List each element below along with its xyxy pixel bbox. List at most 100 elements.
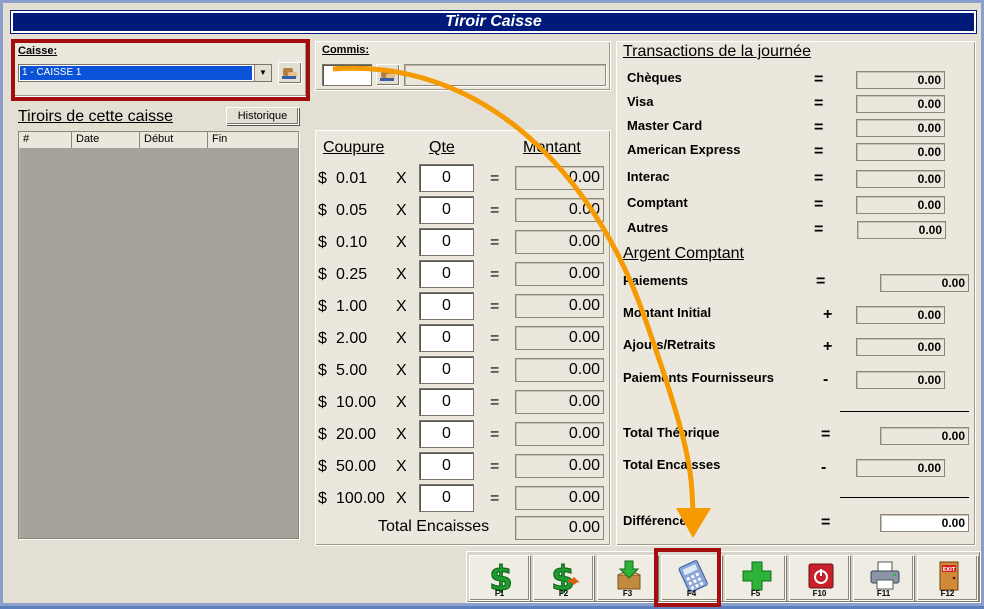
times-sign: X (396, 298, 407, 315)
quantity-input[interactable]: 0 (419, 452, 474, 480)
denomination-value: 100.00 (336, 490, 385, 507)
transaction-op: = (814, 119, 824, 136)
historique-button[interactable]: Historique (226, 107, 299, 125)
transaction-field: 0.00 (856, 196, 945, 214)
quantity-input[interactable]: 0 (419, 324, 474, 352)
dollar-sign: $ (318, 490, 327, 507)
commis-name-field (404, 64, 606, 86)
qte-header: Qte (429, 139, 455, 156)
window-title: Tiroir Caisse (10, 10, 977, 34)
total-theorique-op: = (821, 426, 831, 443)
f2-key-label: F2 (558, 589, 569, 598)
quantity-input[interactable]: 0 (419, 164, 474, 192)
commis-panel: Commis: (315, 41, 611, 91)
amount-field: 0.00 (515, 422, 604, 446)
f1-button[interactable]: $ F1 (469, 555, 530, 601)
f10-button[interactable]: F10 (789, 555, 850, 601)
ajouts-retraits-op: + (823, 338, 833, 355)
amount-field: 0.00 (515, 230, 604, 254)
times-sign: X (396, 362, 407, 379)
dollar-sign: $ (318, 394, 327, 411)
equals-sign: = (490, 266, 500, 283)
column-header-debut[interactable]: Début (140, 132, 208, 148)
montant-initial-label: Montant Initial (623, 305, 712, 320)
f3-key-label: F3 (622, 589, 633, 598)
f4-highlight-box (654, 548, 721, 607)
separator-line (840, 497, 969, 498)
transaction-field: 0.00 (856, 143, 945, 161)
amount-field: 0.00 (515, 454, 604, 478)
f5-button[interactable]: F5 (725, 555, 786, 601)
equals-sign: = (490, 330, 500, 347)
amount-field: 0.00 (515, 326, 604, 350)
search-hand-icon (380, 70, 395, 81)
total-encaisses-right-field: 0.00 (856, 459, 945, 477)
column-header-date[interactable]: Date (72, 132, 140, 148)
transaction-field: 0.00 (856, 95, 945, 113)
transaction-label: Comptant (627, 195, 688, 210)
times-sign: X (396, 330, 407, 347)
equals-sign: = (490, 394, 500, 411)
quantity-input[interactable]: 0 (419, 260, 474, 288)
f12-key-label: F12 (940, 589, 955, 598)
times-sign: X (396, 426, 407, 443)
transaction-op: = (814, 143, 824, 160)
paiements-op: = (816, 273, 826, 290)
equals-sign: = (490, 202, 500, 219)
svg-text:$: $ (551, 559, 575, 593)
quantity-input[interactable]: 0 (419, 388, 474, 416)
coupure-header: Coupure (323, 139, 385, 156)
quantity-input[interactable]: 0 (419, 292, 474, 320)
commis-search-button[interactable] (376, 64, 400, 86)
power-icon (808, 563, 834, 589)
f1-key-label: F1 (494, 589, 505, 598)
tiroirs-title: Tiroirs de cette caisse (18, 108, 174, 125)
exit-door-icon: EXIT (939, 561, 959, 591)
quantity-input[interactable]: 0 (419, 228, 474, 256)
equals-sign: = (490, 170, 500, 187)
paiements-fournisseurs-label: Paiements Fournisseurs (623, 370, 774, 385)
transaction-label: Chèques (627, 70, 682, 85)
quantity-input[interactable]: 0 (419, 196, 474, 224)
times-sign: X (396, 266, 407, 283)
column-header-number[interactable]: # (19, 132, 72, 148)
times-sign: X (396, 458, 407, 475)
f2-button[interactable]: $ F2 (533, 555, 594, 601)
dollar-sign: $ (318, 458, 327, 475)
dollar-sign: $ (318, 298, 327, 315)
transaction-label: Master Card (627, 118, 703, 133)
dollar-sign: $ (318, 266, 327, 283)
transaction-field: 0.00 (856, 119, 945, 137)
paiements-field: 0.00 (880, 274, 969, 292)
f11-button[interactable]: F11 (853, 555, 914, 601)
quantity-input[interactable]: 0 (419, 420, 474, 448)
dollar-sign: $ (318, 170, 327, 187)
transaction-field: 0.00 (856, 170, 945, 188)
denomination-value: 20.00 (336, 426, 377, 443)
equals-sign: = (490, 362, 500, 379)
times-sign: X (396, 490, 407, 507)
column-header-fin[interactable]: Fin (208, 132, 298, 148)
equals-sign: = (490, 458, 500, 475)
denomination-value: 0.05 (336, 202, 368, 219)
difference-op: = (821, 514, 831, 531)
transaction-op: = (814, 71, 824, 88)
dollar-transfer-icon: $ (551, 559, 580, 593)
f11-key-label: F11 (876, 589, 891, 598)
commis-code-input[interactable] (322, 64, 372, 86)
quantity-input[interactable]: 0 (419, 484, 474, 512)
f12-button[interactable]: EXIT F12 (917, 555, 978, 601)
amount-field: 0.00 (515, 294, 604, 318)
transaction-label: American Express (627, 142, 741, 157)
quantity-input[interactable]: 0 (419, 356, 474, 384)
total-theorique-field: 0.00 (880, 427, 969, 445)
f10-key-label: F10 (812, 589, 827, 598)
total-encaisses-right-label: Total Encaisses (623, 457, 721, 472)
caisse-highlight-box (11, 39, 310, 101)
f3-button[interactable]: F3 (597, 555, 658, 601)
total-encaisses-field: 0.00 (515, 516, 604, 540)
amount-field: 0.00 (515, 358, 604, 382)
transactions-title: Transactions de la journée (623, 43, 811, 60)
window-frame: Tiroir Caisse Caisse: 1 - CAISSE 1 ▼ Tir… (0, 0, 984, 607)
dollar-icon: $ (489, 559, 514, 593)
